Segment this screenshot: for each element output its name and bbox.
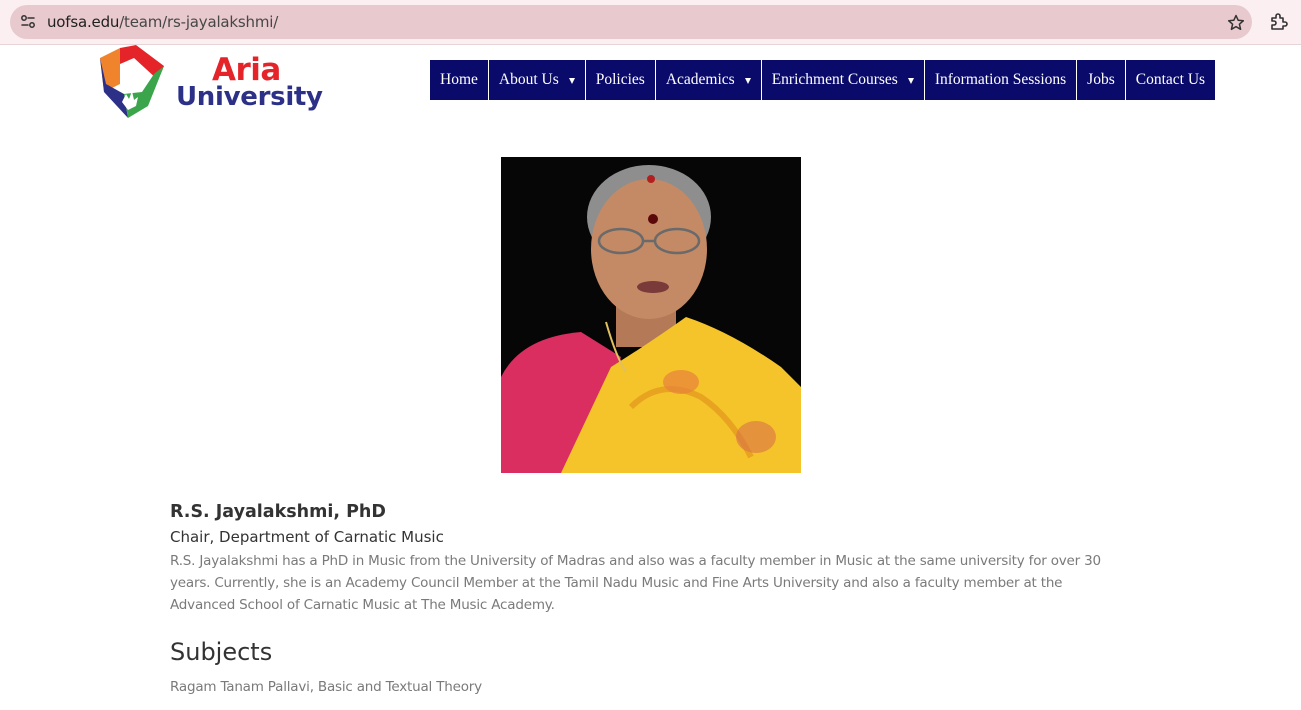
nav-item-information-sessions[interactable]: Information Sessions: [924, 60, 1078, 100]
nav-item-about-us[interactable]: About Us: [488, 60, 586, 100]
bookmark-star-icon[interactable]: [1226, 13, 1246, 33]
extensions-icon[interactable]: [1268, 11, 1290, 33]
profile-bio: R.S. Jayalakshmi has a PhD in Music from…: [170, 553, 1101, 613]
nav-label: Enrichment Courses: [771, 71, 898, 88]
nav-item-jobs[interactable]: Jobs: [1077, 60, 1126, 100]
nav-item-policies[interactable]: Policies: [585, 60, 656, 100]
profile-photo: [501, 157, 801, 473]
nav-item-home[interactable]: Home: [430, 60, 489, 100]
profile-content: R.S. Jayalakshmi, PhD Chair, Department …: [170, 500, 1130, 697]
address-bar[interactable]: uofsa.edu/team/rs-jayalakshmi/: [10, 5, 1252, 39]
portrait-illustration: [501, 157, 801, 473]
nav-item-academics[interactable]: Academics: [655, 60, 762, 100]
url-path: /team/rs-jayalakshmi/: [119, 13, 279, 31]
nav-label: Information Sessions: [934, 71, 1067, 88]
site-info-icon[interactable]: [19, 13, 37, 31]
url-domain: uofsa.edu: [47, 13, 120, 31]
dropdown-caret-icon: [907, 78, 914, 84]
dropdown-caret-icon: [568, 78, 575, 84]
nav-label: Home: [440, 71, 478, 88]
profile-name: R.S. Jayalakshmi, PhD: [170, 502, 386, 522]
nav-label: Jobs: [1087, 71, 1115, 88]
nav-label: About Us: [498, 71, 559, 88]
nav-label: Contact Us: [1135, 71, 1206, 88]
browser-toolbar: uofsa.edu/team/rs-jayalakshmi/: [0, 0, 1301, 45]
nav-label: Academics: [665, 71, 735, 88]
dropdown-caret-icon: [744, 78, 751, 84]
subjects-heading: Subjects: [170, 638, 273, 666]
nav-item-contact-us[interactable]: Contact Us: [1125, 60, 1216, 100]
nav-item-enrichment-courses[interactable]: Enrichment Courses: [761, 60, 925, 100]
nav-label: Policies: [595, 71, 645, 88]
profile-role: Chair, Department of Carnatic Music: [170, 528, 444, 546]
logo-line-2: University: [176, 82, 323, 112]
main-navigation: Home About Us Policies Academics Enrichm…: [430, 60, 1216, 100]
subjects-list: Ragam Tanam Pallavi, Basic and Textual T…: [170, 679, 482, 695]
url-text[interactable]: uofsa.edu/team/rs-jayalakshmi/: [47, 13, 278, 31]
